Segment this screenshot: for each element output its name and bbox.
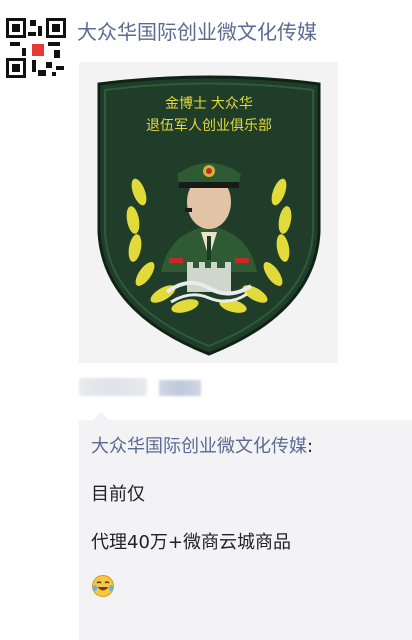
comment-text-line1: 目前仅 bbox=[91, 484, 145, 505]
comment-author[interactable]: 大众华国际创业微文化传媒 bbox=[91, 436, 307, 457]
badge-line2: 退伍军人创业俱乐部 bbox=[146, 117, 272, 133]
post-image[interactable]: 金博士 大众华 退伍军人创业俱乐部 bbox=[79, 62, 338, 363]
qr-logo bbox=[30, 42, 46, 58]
comment-author-line: 大众华国际创业微文化传媒: bbox=[91, 432, 313, 458]
comment-colon: : bbox=[307, 436, 314, 457]
qr-eye bbox=[6, 58, 26, 78]
badge-line1: 金博士 大众华 bbox=[165, 95, 253, 111]
comment-box: 大众华国际创业微文化传媒: 目前仅 代理40万+微商云城商品 bbox=[79, 412, 412, 640]
laughing-tears-emoji-icon bbox=[92, 575, 114, 597]
blurred-time bbox=[79, 378, 147, 396]
comment-text-line2: 代理40万+微商云城商品 bbox=[91, 532, 291, 553]
qr-eye bbox=[6, 18, 26, 38]
account-name[interactable]: 大众华国际创业微文化传媒 bbox=[77, 16, 317, 45]
qr-code-icon[interactable] bbox=[6, 18, 66, 78]
blurred-action-link[interactable] bbox=[159, 380, 201, 396]
qr-eye bbox=[46, 18, 66, 38]
army-badge-image: 金博士 大众华 退伍军人创业俱乐部 bbox=[97, 75, 321, 356]
